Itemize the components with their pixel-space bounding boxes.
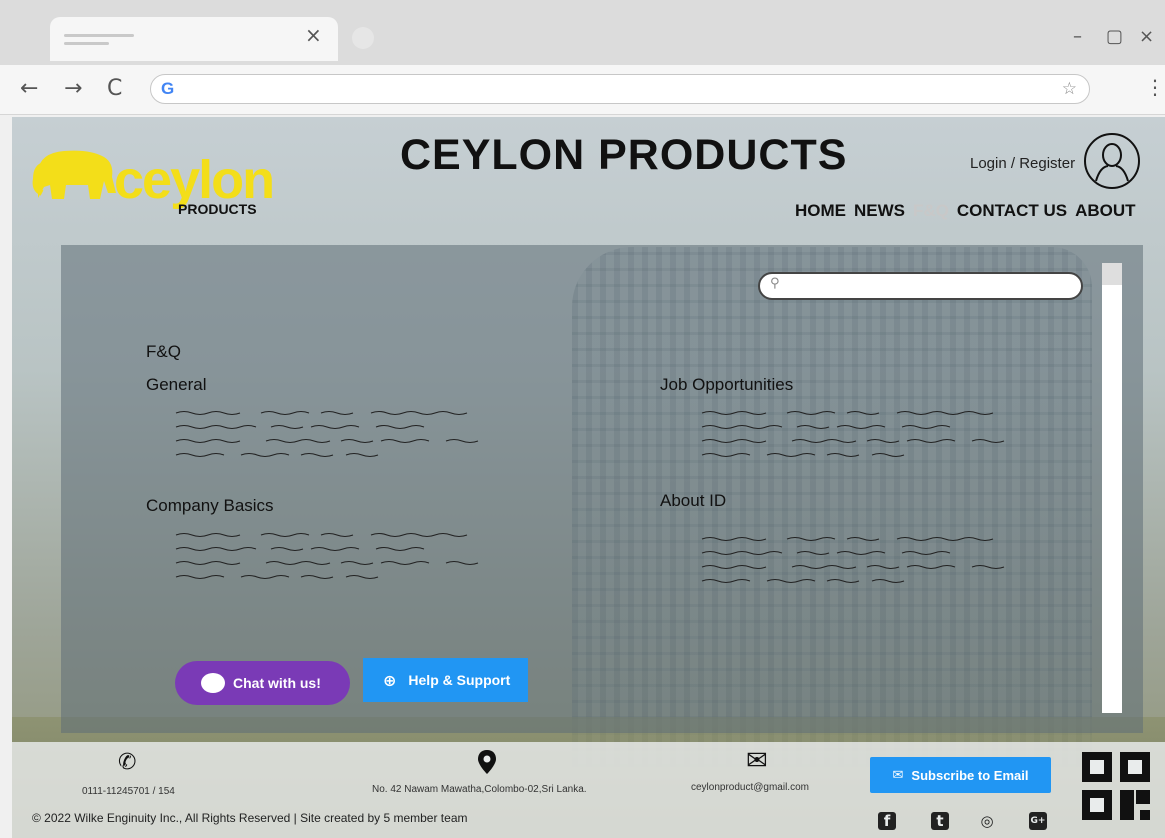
nav-faq[interactable]: F&Q bbox=[913, 201, 949, 221]
help-button-label: Help & Support bbox=[408, 672, 511, 688]
scrollbar-thumb[interactable] bbox=[1102, 263, 1122, 285]
browser-toolbar: ← → C G ☆ ⋮ bbox=[0, 65, 1165, 115]
site-logo[interactable]: ceylon PRODUCTS bbox=[30, 135, 275, 220]
section-jobs-text bbox=[697, 407, 1027, 467]
nav-home[interactable]: HOME bbox=[795, 201, 846, 221]
forward-icon[interactable]: → bbox=[64, 76, 82, 101]
nav-about[interactable]: ABOUT bbox=[1075, 201, 1135, 221]
copyright: © 2022 Wilke Enginuity Inc., All Rights … bbox=[32, 811, 468, 825]
chat-button[interactable]: Chat with us! bbox=[175, 661, 350, 705]
minimize-icon[interactable]: – bbox=[1073, 26, 1082, 47]
scrollbar[interactable] bbox=[1102, 263, 1122, 713]
lifebuoy-icon: ⊕ bbox=[383, 670, 397, 690]
phone-number: 0111-11245701 / 154 bbox=[82, 786, 175, 797]
qr-code-icon bbox=[1082, 752, 1150, 820]
bookmark-star-icon[interactable]: ☆ bbox=[1062, 79, 1077, 99]
chat-bubble-icon bbox=[201, 673, 225, 693]
search-icon: ⚲ bbox=[770, 276, 780, 291]
footer: ✆ 0111-11245701 / 154 No. 42 Nawam Mawat… bbox=[12, 742, 1165, 838]
mail-icon: ✉ bbox=[746, 746, 768, 776]
tab-title-placeholder bbox=[64, 34, 134, 37]
section-general-title[interactable]: General bbox=[146, 375, 206, 395]
google-icon: G bbox=[161, 79, 175, 98]
envelope-icon: ✉ bbox=[892, 767, 904, 783]
user-avatar-icon[interactable] bbox=[1084, 133, 1140, 189]
nav-contact[interactable]: CONTACT US bbox=[957, 201, 1067, 221]
site-title: CEYLON PRODUCTS bbox=[400, 131, 848, 179]
google-plus-icon[interactable]: G+ bbox=[1029, 812, 1047, 830]
faq-panel: ⚲ F&Q General Job Opportunities Company … bbox=[61, 245, 1143, 733]
close-tab-icon[interactable]: × bbox=[305, 23, 322, 47]
faq-heading: F&Q bbox=[146, 342, 181, 361]
back-icon[interactable]: ← bbox=[20, 76, 38, 101]
location-pin-icon bbox=[478, 750, 496, 774]
restore-icon[interactable]: ▢ bbox=[1106, 26, 1123, 47]
email-address[interactable]: ceylonproduct@gmail.com bbox=[691, 782, 809, 793]
close-window-icon[interactable]: × bbox=[1139, 26, 1154, 47]
logo-subtitle: PRODUCTS bbox=[178, 201, 257, 217]
webpage: ceylon PRODUCTS CEYLON PRODUCTS Login / … bbox=[12, 117, 1165, 838]
section-company-title[interactable]: Company Basics bbox=[146, 496, 274, 516]
section-about-title[interactable]: About ID bbox=[660, 491, 726, 511]
twitter-icon[interactable]: t bbox=[931, 812, 949, 830]
nav-news[interactable]: NEWS bbox=[854, 201, 905, 221]
search-input[interactable]: ⚲ bbox=[758, 272, 1083, 300]
instagram-icon[interactable]: ◎ bbox=[978, 812, 996, 830]
phone-icon: ✆ bbox=[118, 750, 137, 775]
reload-icon[interactable]: C bbox=[107, 76, 122, 101]
subscribe-button[interactable]: ✉ Subscribe to Email bbox=[870, 757, 1051, 793]
browser-menu-icon[interactable]: ⋮ bbox=[1145, 75, 1165, 99]
browser-tabstrip: × – ▢ × bbox=[0, 0, 1165, 65]
help-support-button[interactable]: ⊕ Help & Support bbox=[363, 658, 528, 702]
section-company-text bbox=[171, 529, 501, 589]
address: No. 42 Nawam Mawatha,Colombo-02,Sri Lank… bbox=[372, 784, 587, 795]
elephant-icon bbox=[32, 150, 116, 199]
section-jobs-title[interactable]: Job Opportunities bbox=[660, 375, 793, 395]
main-nav: HOME NEWS F&Q CONTACT US ABOUT bbox=[795, 201, 1136, 221]
subscribe-label: Subscribe to Email bbox=[911, 767, 1029, 783]
new-tab-button[interactable] bbox=[352, 27, 374, 49]
tab-title-placeholder-2 bbox=[64, 42, 109, 45]
section-about-text bbox=[697, 533, 1027, 593]
chat-button-label: Chat with us! bbox=[233, 675, 321, 691]
address-bar[interactable]: G ☆ bbox=[150, 74, 1090, 104]
browser-tab[interactable] bbox=[50, 17, 338, 61]
login-register-link[interactable]: Login / Register bbox=[970, 155, 1075, 172]
section-general-text bbox=[171, 407, 501, 467]
facebook-icon[interactable]: f bbox=[878, 812, 896, 830]
